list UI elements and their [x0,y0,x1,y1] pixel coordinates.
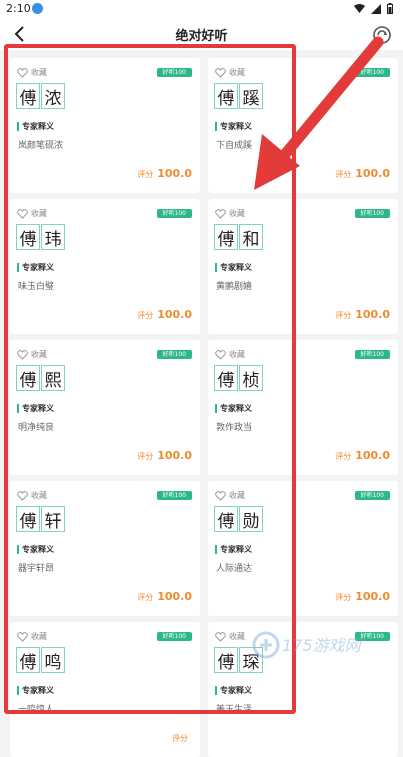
score: 评分 100.0 [335,590,390,603]
watermark-logo: 175游戏网 [252,631,363,659]
score-value: 100.0 [355,449,390,462]
battery-icon [387,3,393,14]
score-value: 100.0 [355,590,390,603]
score: 评分 100.0 [335,308,390,321]
refresh-icon[interactable] [371,24,393,46]
rating-tag: 好听100 [354,350,390,359]
signal-icon [371,3,381,14]
status-icons [354,3,393,14]
status-bar: 2:10 [0,0,403,18]
rating-tag: 好听100 [354,209,390,218]
notification-icon [32,3,43,14]
score: 评分 100.0 [335,167,390,180]
wifi-icon [354,3,365,13]
highlight-frame [4,44,296,714]
score-label: 评分 [335,593,352,602]
status-time: 2:10 [6,2,31,15]
rating-tag: 好听100 [354,68,390,77]
score-value: 100.0 [355,308,390,321]
score-label: 评分 [335,452,352,461]
score-value: 100.0 [355,167,390,180]
score: 评分 100.0 [335,449,390,462]
score-label: 评分 [335,311,352,320]
score-label: 评分 [172,734,188,743]
score: 评分 [172,733,192,744]
score-label: 评分 [335,170,352,179]
page-title: 绝对好听 [175,29,228,44]
rating-tag: 好听100 [354,491,390,500]
watermark-text: 175游戏网 [282,636,363,655]
